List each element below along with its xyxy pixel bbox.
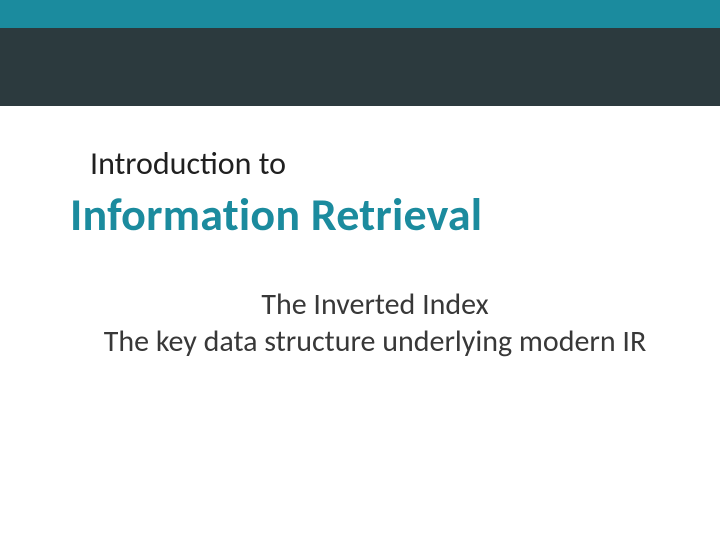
top-accent-bar: [0, 0, 720, 28]
slide-eyebrow: Introduction to: [90, 144, 680, 183]
slide-content: Introduction to Information Retrieval Th…: [0, 106, 720, 360]
slide-subtitle-line1: The Inverted Index: [95, 287, 655, 324]
dark-header-band: [0, 28, 720, 106]
slide-subtitle-block: The Inverted Index The key data structur…: [95, 287, 655, 360]
slide-subtitle-line2: The key data structure underlying modern…: [95, 324, 655, 361]
slide-title: Information Retrieval: [70, 187, 680, 243]
